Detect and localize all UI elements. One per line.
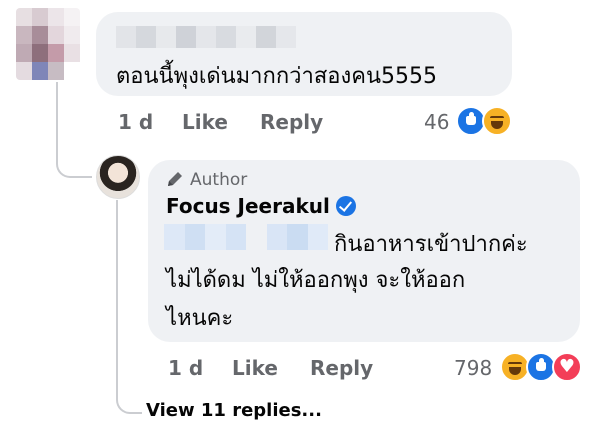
reply-text-line1: กินอาหารเข้าปากค่ะ bbox=[334, 232, 528, 257]
reply-time[interactable]: 1 d bbox=[168, 356, 203, 380]
like-button[interactable]: Like bbox=[182, 110, 228, 134]
reply-like-button[interactable]: Like bbox=[232, 356, 278, 380]
author-badge-label: Author bbox=[190, 170, 248, 190]
thread-elbow bbox=[56, 150, 92, 178]
reply-text-line3: ไหนคะ bbox=[166, 306, 234, 331]
love-icon bbox=[552, 352, 582, 382]
haha-icon bbox=[482, 106, 512, 136]
reply-reaction-count[interactable]: 798 bbox=[454, 356, 492, 380]
view-replies-link[interactable]: View 11 replies... bbox=[146, 400, 322, 421]
reply-reply-button[interactable]: Reply bbox=[310, 356, 373, 380]
comment-text: ตอนนี้พุงเด่นมากกว่าสองคน5555 bbox=[116, 64, 437, 89]
commenter-name-blurred[interactable] bbox=[116, 26, 296, 48]
avatar-blurred[interactable] bbox=[16, 8, 80, 80]
author-avatar[interactable] bbox=[96, 155, 140, 199]
author-name[interactable]: Focus Jeerakul bbox=[166, 194, 356, 218]
thread-elbow-replies bbox=[116, 200, 142, 414]
author-badge: Author bbox=[166, 170, 247, 190]
reply-button[interactable]: Reply bbox=[260, 110, 323, 134]
thread-line bbox=[56, 82, 58, 154]
comment-time[interactable]: 1 d bbox=[118, 110, 153, 134]
tagged-name-blurred[interactable] bbox=[164, 224, 328, 250]
author-name-label[interactable]: Focus Jeerakul bbox=[166, 194, 330, 218]
pencil-icon bbox=[168, 172, 182, 186]
reaction-count[interactable]: 46 bbox=[424, 110, 449, 134]
verified-badge-icon bbox=[335, 196, 356, 216]
reply-text-line2: ไม่ได้ดม ไม่ให้ออกพุง จะให้ออก bbox=[166, 268, 466, 293]
